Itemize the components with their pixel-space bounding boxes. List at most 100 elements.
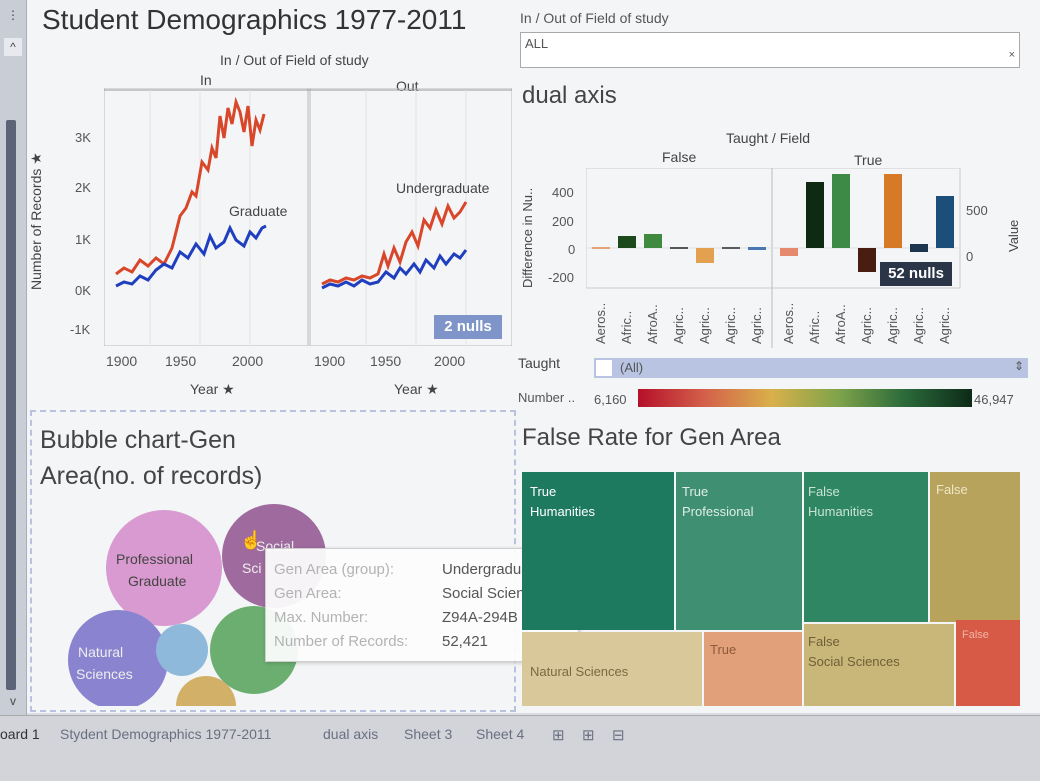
y-axis-title: Number of Records ★ (28, 152, 44, 290)
category-label: AfroA.. (645, 304, 660, 344)
x-tick: 2000 (434, 353, 466, 369)
graduate-line-out[interactable] (321, 201, 468, 286)
category-label: AfroA.. (833, 304, 848, 344)
filter-label: In / Out of Field of study (520, 10, 669, 26)
nulls-indicator[interactable]: 2 nulls (434, 315, 502, 339)
tab-dashboard[interactable]: oard 1 (0, 726, 40, 742)
bar[interactable] (910, 244, 928, 252)
bar[interactable] (670, 247, 688, 249)
bubble-label: Natural (78, 644, 124, 660)
x-tick: 1900 (106, 353, 138, 369)
bar[interactable] (618, 236, 636, 248)
y-tick: 2K (75, 180, 91, 195)
bar[interactable] (936, 196, 954, 248)
slider-handle-icon[interactable]: ⇕ (1014, 359, 1024, 373)
dual-axis-plot[interactable] (586, 168, 962, 348)
x-axis-title: Year ★ (190, 381, 235, 397)
category-label: Agric.. (937, 307, 952, 344)
taught-filter-slider[interactable]: (All) ⇕ (594, 358, 1028, 378)
bar[interactable] (592, 247, 610, 249)
left-tick: -200 (548, 270, 575, 285)
tab-student-demographics[interactable]: Stydent Demographics 1977-2011 (60, 726, 271, 742)
bubble[interactable] (106, 510, 222, 626)
bar[interactable] (696, 248, 714, 263)
number-legend-label: Number .. (518, 390, 576, 405)
bubble-label: Sciences (76, 666, 133, 682)
bar[interactable] (884, 174, 902, 248)
bubble-label: Graduate (128, 573, 187, 589)
treemap-tile[interactable]: False (956, 620, 1020, 706)
scroll-up-button[interactable]: ^ (4, 38, 22, 56)
new-story-icon[interactable]: ⊟ (612, 726, 625, 744)
nulls-indicator[interactable]: 52 nulls (880, 262, 952, 286)
bar[interactable] (832, 174, 850, 248)
treemap-tile[interactable]: False Humanities (804, 472, 928, 622)
new-worksheet-icon[interactable]: ⊞ (552, 726, 565, 744)
line-chart-header: In / Out of Field of study (220, 52, 369, 68)
line-chart-plot[interactable] (104, 88, 512, 346)
treemap-tile[interactable]: False Social Sciences (804, 624, 954, 706)
scroll-down-button[interactable]: v (4, 692, 22, 710)
right-tick: 500 (966, 203, 988, 218)
treemap-tile[interactable]: True (704, 632, 802, 706)
treemap-tile[interactable]: Natural Sciences (522, 632, 702, 706)
x-tick: 1950 (165, 353, 197, 369)
sheet-tabs-bar: oard 1 Stydent Demographics 1977-2011 du… (0, 715, 1040, 781)
category-label: Aeros.. (593, 302, 608, 344)
taught-legend-label: Taught (518, 355, 561, 371)
tab-sheet-3[interactable]: Sheet 3 (404, 726, 452, 742)
category-label: Agric.. (671, 307, 686, 344)
undergraduate-line-out[interactable] (321, 249, 468, 290)
bubble[interactable] (156, 624, 208, 676)
dashboard-title: Student Demographics 1977-2011 (42, 4, 467, 35)
clear-filter-icon[interactable]: × (1009, 49, 1015, 61)
new-dashboard-icon[interactable]: ⊞ (582, 726, 595, 744)
right-axis-title: Value (1006, 219, 1021, 252)
undergraduate-line[interactable] (115, 224, 267, 288)
tab-sheet-4[interactable]: Sheet 4 (476, 726, 524, 742)
x-tick: 1950 (370, 353, 402, 369)
legend-max: 46,947 (974, 392, 1014, 407)
y-tick: 0K (75, 283, 91, 298)
scroll-thumb[interactable] (6, 120, 16, 690)
undergraduate-series-label: Undergraduate (396, 180, 490, 196)
bar[interactable] (858, 248, 876, 272)
checkbox[interactable] (596, 360, 612, 376)
treemap-tile[interactable]: False (930, 472, 1020, 622)
treemap-tile[interactable]: True Humanities (522, 472, 674, 630)
left-tick: 200 (552, 214, 574, 229)
category-label: Agric.. (911, 307, 926, 344)
field-filter-dropdown[interactable]: ALL × (520, 32, 1020, 68)
treemap-tile[interactable]: True Professional (676, 472, 802, 630)
bar[interactable] (780, 248, 798, 256)
category-label: Afric.. (807, 310, 822, 344)
x-axis-title: Year ★ (394, 381, 439, 397)
dual-axis-title: dual axis (522, 82, 617, 109)
group-label-true: True (854, 152, 883, 168)
tooltip-row: Number of Records: 52,421 (274, 633, 488, 650)
bar[interactable] (748, 247, 766, 250)
bar[interactable] (806, 182, 824, 248)
left-tick: 0 (568, 242, 576, 257)
x-tick: 1900 (314, 353, 346, 369)
menu-dots-icon[interactable]: ⋮ (4, 6, 22, 24)
bubble-label: Sci (242, 560, 262, 576)
category-label: Agric.. (749, 307, 764, 344)
left-tick: 400 (552, 185, 574, 200)
hand-cursor-icon: ☝ (240, 530, 263, 550)
graduate-line[interactable] (115, 96, 266, 276)
bar[interactable] (722, 247, 740, 249)
bar[interactable] (644, 234, 662, 248)
tab-dual-axis[interactable]: dual axis (323, 726, 378, 742)
dual-axis-header: Taught / Field (726, 130, 811, 146)
color-gradient-legend (638, 389, 972, 407)
category-label: Agric.. (697, 307, 712, 344)
x-tick: 2000 (232, 353, 264, 369)
treemap[interactable]: True Humanities True Professional False … (522, 472, 1020, 706)
dashboard-scrollbar[interactable]: ⋮ ^ v (0, 0, 27, 715)
y-tick: 1K (75, 232, 91, 247)
pane-out-frame (309, 88, 512, 346)
category-label: Agric.. (859, 307, 874, 344)
left-axis-title: Difference in Nu.. (520, 187, 535, 288)
category-label: Agric.. (885, 307, 900, 344)
